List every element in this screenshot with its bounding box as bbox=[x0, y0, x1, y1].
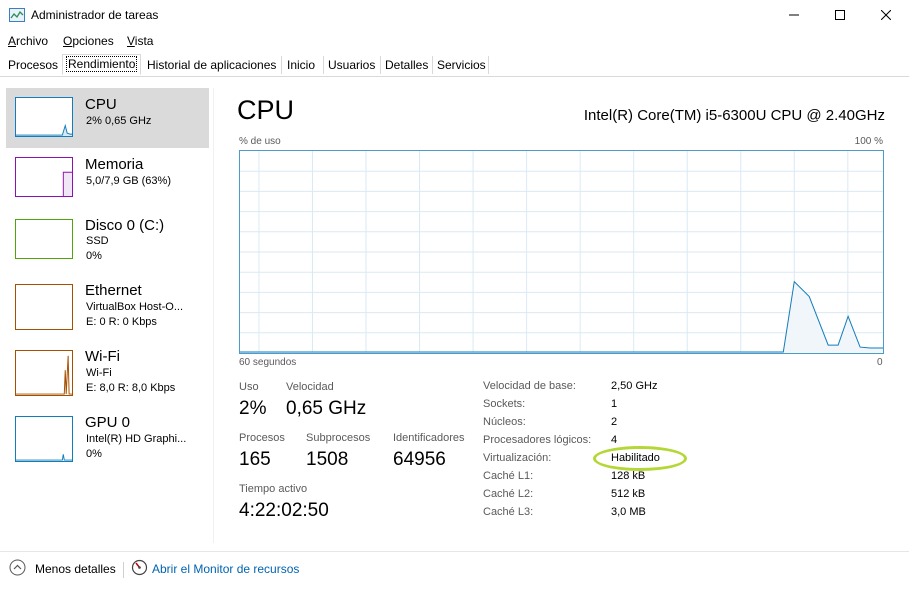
ethernet-thumbnail-graph bbox=[15, 284, 73, 330]
tab-usuarios[interactable]: Usuarios bbox=[324, 56, 381, 74]
uptime-value: 4:22:02:50 bbox=[239, 500, 329, 521]
minimize-button[interactable] bbox=[771, 0, 817, 30]
menu-opciones[interactable]: Opciones bbox=[63, 34, 114, 48]
uptime-label: Tiempo activo bbox=[239, 483, 308, 495]
spec-value: 2,50 GHz bbox=[611, 380, 658, 392]
sidebar-item-cpu[interactable]: CPU 2% 0,65 GHz bbox=[6, 88, 209, 148]
graph-x-label: 60 segundos bbox=[239, 357, 297, 368]
tab-procesos[interactable]: Procesos bbox=[4, 56, 63, 74]
tab-inicio[interactable]: Inicio bbox=[283, 56, 324, 74]
open-resource-monitor-link[interactable]: Abrir el Monitor de recursos bbox=[152, 562, 299, 576]
sidebar-item-detail: 0% bbox=[86, 250, 102, 262]
cpu-thumbnail-graph bbox=[15, 97, 73, 137]
handles-label: Identificadores bbox=[393, 432, 465, 444]
sidebar-item-title: CPU bbox=[85, 96, 117, 113]
close-icon bbox=[881, 10, 891, 20]
wifi-thumbnail-graph bbox=[15, 350, 73, 396]
sidebar-item-gpu[interactable]: GPU 0 Intel(R) HD Graphi... 0% bbox=[6, 408, 209, 468]
tab-label: Rendimiento bbox=[65, 56, 138, 72]
title-bar: Administrador de tareas bbox=[0, 0, 909, 30]
speed-value: 0,65 GHz bbox=[286, 398, 367, 419]
handles-value: 64956 bbox=[393, 449, 446, 470]
close-button[interactable] bbox=[863, 0, 909, 30]
chevron-up-circle-icon[interactable] bbox=[9, 559, 26, 576]
spec-value: 2 bbox=[611, 416, 618, 428]
sidebar-divider bbox=[213, 88, 214, 543]
sidebar-item-detail: VirtualBox Host-O... bbox=[86, 301, 183, 313]
cpu-model-name: Intel(R) Core(TM) i5-6300U CPU @ 2.40GHz bbox=[583, 107, 885, 124]
sidebar-item-title: Disco 0 (C:) bbox=[85, 217, 165, 234]
spec-label: Velocidad de base: bbox=[483, 380, 576, 392]
spec-label: Caché L3: bbox=[483, 506, 534, 518]
tab-bar: Procesos Rendimiento Historial de aplica… bbox=[0, 54, 909, 77]
spec-label: Caché L1: bbox=[483, 470, 534, 482]
spec-value: 4 bbox=[611, 434, 618, 446]
virtualization-highlight-annotation bbox=[593, 446, 687, 471]
sidebar-item-wifi[interactable]: Wi-Fi Wi-Fi E: 8,0 R: 8,0 Kbps bbox=[6, 342, 209, 402]
memory-thumbnail-graph bbox=[15, 157, 73, 197]
spec-value: 128 kB bbox=[611, 470, 646, 482]
spec-label: Sockets: bbox=[483, 398, 526, 410]
speed-label: Velocidad bbox=[286, 381, 334, 393]
sidebar-item-disco[interactable]: Disco 0 (C:) SSD 0% bbox=[6, 210, 209, 270]
sidebar-item-detail: Wi-Fi bbox=[86, 367, 112, 379]
sidebar-item-title: Ethernet bbox=[85, 282, 142, 299]
spec-value: 1 bbox=[611, 398, 618, 410]
tab-label: Inicio bbox=[287, 58, 316, 72]
usage-value: 2% bbox=[239, 398, 267, 419]
tab-rendimiento[interactable]: Rendimiento bbox=[62, 54, 141, 75]
sidebar-item-detail: 2% 0,65 GHz bbox=[86, 115, 152, 127]
spec-label: Núcleos: bbox=[483, 416, 526, 428]
disk-thumbnail-graph bbox=[15, 219, 73, 259]
spec-value: 512 kB bbox=[611, 488, 646, 500]
menu-archivo[interactable]: Archivo bbox=[8, 34, 48, 48]
processes-label: Procesos bbox=[239, 432, 285, 444]
sidebar-item-detail: Intel(R) HD Graphi... bbox=[86, 433, 187, 445]
sidebar-item-detail: SSD bbox=[86, 235, 109, 247]
window-title: Administrador de tareas bbox=[31, 8, 159, 22]
tab-detalles[interactable]: Detalles bbox=[381, 56, 433, 74]
sidebar-item-title: GPU 0 bbox=[85, 414, 131, 431]
sidebar-item-detail: 0% bbox=[86, 448, 102, 460]
threads-value: 1508 bbox=[306, 449, 349, 470]
sidebar-item-title: Wi-Fi bbox=[85, 348, 120, 365]
spec-label: Virtualización: bbox=[483, 452, 552, 464]
resource-monitor-icon[interactable] bbox=[131, 559, 148, 576]
sidebar-item-detail: 5,0/7,9 GB (63%) bbox=[86, 175, 171, 187]
tab-label: Detalles bbox=[385, 58, 429, 72]
maximize-icon bbox=[835, 10, 845, 20]
tab-label: Procesos bbox=[8, 58, 59, 72]
minimize-icon bbox=[789, 14, 799, 16]
sidebar-item-title: Memoria bbox=[85, 156, 144, 173]
processes-value: 165 bbox=[239, 449, 271, 470]
tab-label: Usuarios bbox=[328, 58, 376, 72]
tab-label: Historial de aplicaciones bbox=[147, 58, 277, 72]
graph-y-label: % de uso bbox=[239, 136, 281, 147]
fewer-details-link[interactable]: Menos detalles bbox=[35, 562, 116, 576]
graph-y-max: 100 % bbox=[854, 136, 883, 147]
tab-historial[interactable]: Historial de aplicaciones bbox=[143, 56, 282, 74]
sidebar-item-memoria[interactable]: Memoria 5,0/7,9 GB (63%) bbox=[6, 148, 209, 208]
spec-value: 3,0 MB bbox=[611, 506, 646, 518]
footer-bar: Menos detalles Abrir el Monitor de recur… bbox=[0, 551, 909, 588]
sidebar-item-detail: E: 0 R: 0 Kbps bbox=[86, 316, 157, 328]
sidebar-item-ethernet[interactable]: Ethernet VirtualBox Host-O... E: 0 R: 0 … bbox=[6, 276, 209, 336]
gpu-thumbnail-graph bbox=[15, 416, 73, 462]
spec-label: Procesadores lógicos: bbox=[483, 434, 592, 446]
spec-label: Caché L2: bbox=[483, 488, 534, 500]
menu-bar: Archivo Opciones Vista bbox=[0, 30, 909, 52]
footer-divider bbox=[123, 562, 124, 578]
tab-servicios[interactable]: Servicios bbox=[433, 56, 489, 74]
sidebar-item-detail: E: 8,0 R: 8,0 Kbps bbox=[86, 382, 176, 394]
task-manager-icon bbox=[9, 8, 25, 22]
maximize-button[interactable] bbox=[817, 0, 863, 30]
cpu-usage-graph bbox=[239, 150, 884, 354]
tab-label: Servicios bbox=[437, 58, 486, 72]
menu-vista[interactable]: Vista bbox=[127, 34, 153, 48]
page-title: CPU bbox=[237, 95, 295, 125]
usage-label: Uso bbox=[239, 381, 259, 393]
threads-label: Subprocesos bbox=[306, 432, 371, 444]
graph-x-min: 0 bbox=[877, 357, 883, 368]
